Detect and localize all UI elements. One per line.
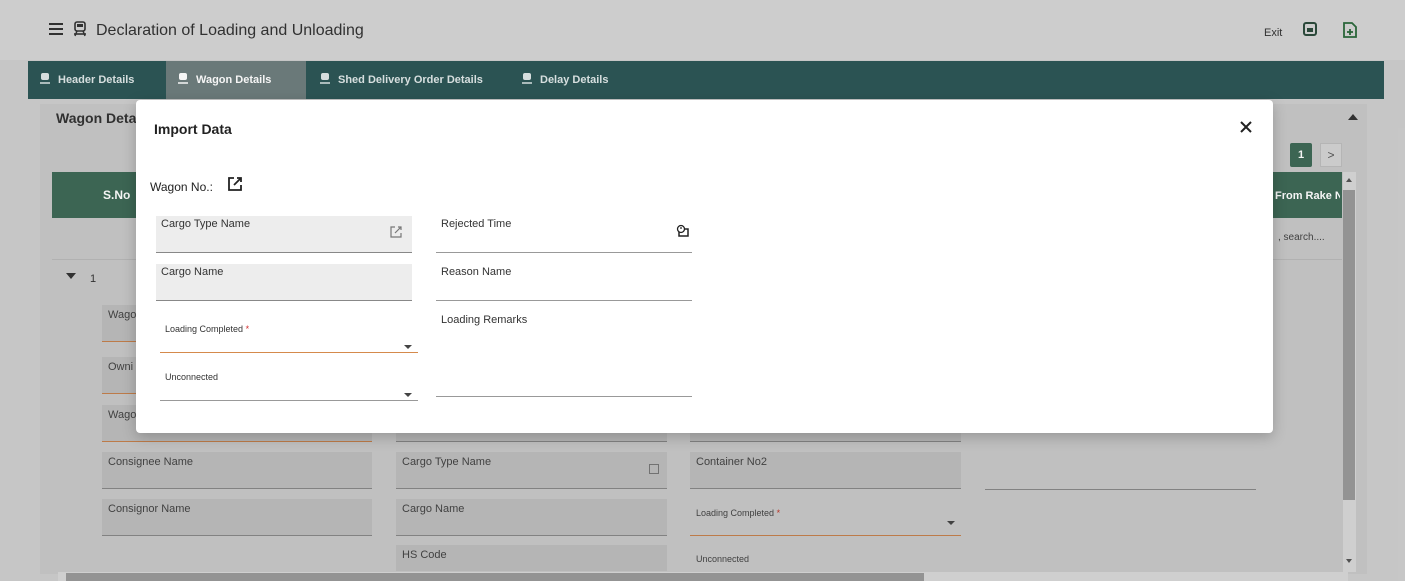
field-label: Cargo Name [161, 266, 224, 278]
import-data-modal: Import Data Wagon No.: Cargo Type Name C… [136, 100, 1273, 433]
unconnected-select[interactable]: Unconnected [160, 364, 418, 401]
wagon-no-label: Wagon No.: [150, 180, 213, 194]
loading-remarks-textarea[interactable]: Loading Remarks [436, 312, 692, 397]
cargo-type-name-field[interactable]: Cargo Type Name [156, 216, 412, 253]
chevron-down-icon [404, 393, 412, 397]
open-external-icon[interactable] [227, 176, 243, 192]
field-label: Loading Completed * [165, 324, 250, 334]
reason-name-field[interactable]: Reason Name [436, 264, 692, 301]
loading-completed-select[interactable]: Loading Completed * [160, 316, 418, 353]
clock-icon[interactable] [676, 224, 690, 238]
field-label: Rejected Time [441, 218, 512, 230]
field-label: Unconnected [165, 372, 219, 382]
rejected-time-field[interactable]: Rejected Time [436, 216, 692, 253]
field-label: Reason Name [441, 266, 512, 278]
modal-title: Import Data [154, 121, 232, 137]
chevron-down-icon [404, 345, 412, 349]
close-icon[interactable] [1237, 118, 1255, 136]
field-label: Loading Remarks [441, 314, 528, 326]
field-label: Cargo Type Name [161, 218, 251, 230]
cargo-name-field[interactable]: Cargo Name [156, 264, 412, 301]
open-lookup-icon[interactable] [390, 225, 402, 238]
